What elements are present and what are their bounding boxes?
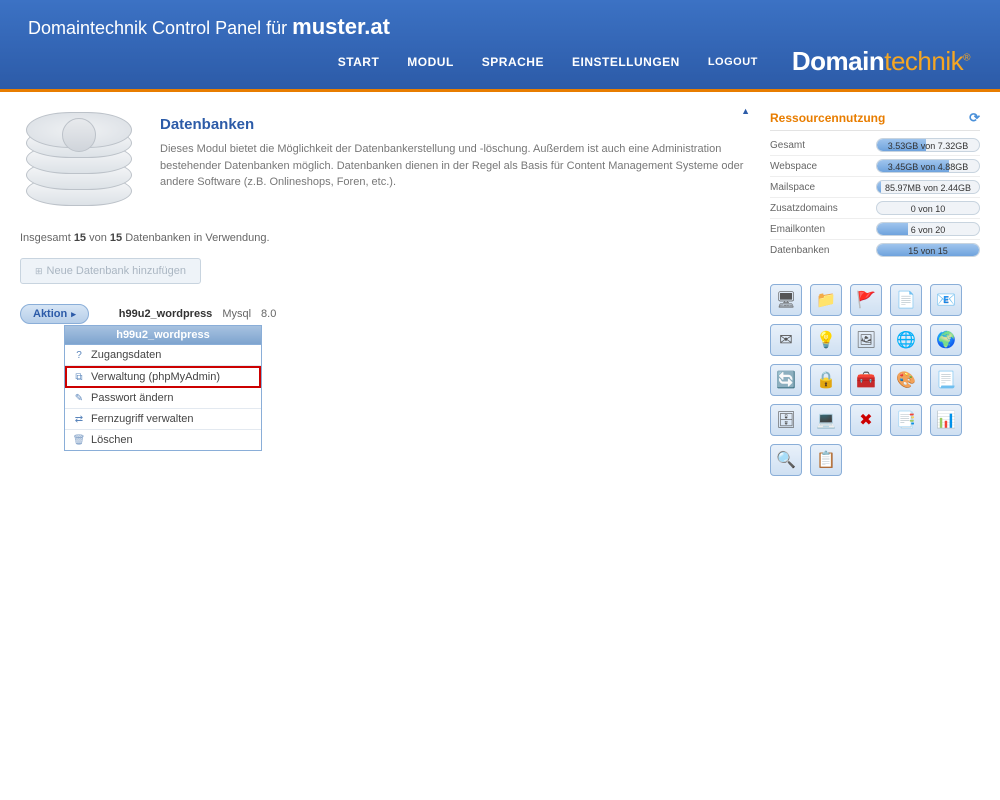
flag-icon[interactable]: 🚩 bbox=[850, 284, 882, 316]
external-icon: ⧉ bbox=[73, 372, 85, 383]
database-illustration bbox=[20, 110, 140, 220]
search-icon[interactable]: 🔍 bbox=[770, 444, 802, 476]
brand-part2: technik bbox=[884, 46, 963, 76]
monitor-icon[interactable]: 💻 bbox=[810, 404, 842, 436]
title-domain: muster.at bbox=[292, 14, 390, 39]
nav-einstellungen[interactable]: EINSTELLUNGEN bbox=[572, 55, 680, 69]
title-prefix: Domaintechnik Control Panel für bbox=[28, 18, 292, 38]
shortcut-grid: 🖥📁🚩📄📧 ✉💡🖼🌐🌍 🔄🔒🧰🎨📃 🗄💻✖📑📊 🔍📋 bbox=[770, 284, 980, 476]
resource-value: 15 von 15 bbox=[908, 246, 948, 256]
dropdown-title: h99u2_wordpress bbox=[65, 326, 261, 345]
resource-label: Webspace bbox=[770, 161, 817, 172]
resource-value: 85.97MB von 2.44GB bbox=[885, 183, 971, 193]
dropdown-item-fernzugriff[interactable]: ⇄ Fernzugriff verwalten bbox=[65, 409, 261, 430]
top-nav: START MODUL SPRACHE EINSTELLUNGEN LOGOUT… bbox=[20, 36, 980, 83]
resource-value: 3.53GB von 7.32GB bbox=[888, 141, 969, 151]
db-version: 8.0 bbox=[261, 308, 276, 320]
resource-value: 6 von 20 bbox=[911, 225, 946, 235]
collapse-icon[interactable]: ▲ bbox=[741, 106, 750, 116]
lock-icon[interactable]: 🔒 bbox=[810, 364, 842, 396]
brand-logo: Domaintechnik® bbox=[792, 46, 970, 77]
world-icon[interactable]: 🌍 bbox=[930, 324, 962, 356]
help-icon: ? bbox=[73, 350, 85, 361]
db-type: Mysql bbox=[222, 308, 251, 320]
db-name: h99u2_wordpress bbox=[119, 308, 213, 320]
refresh-icon[interactable]: 🔄 bbox=[770, 364, 802, 396]
module-heading: Datenbanken bbox=[160, 116, 750, 133]
page-icon[interactable]: 📑 bbox=[890, 404, 922, 436]
resource-label: Gesamt bbox=[770, 140, 805, 151]
nav-sprache[interactable]: SPRACHE bbox=[482, 55, 544, 69]
nav-modul[interactable]: MODUL bbox=[407, 55, 454, 69]
server-icon[interactable]: 🖥 bbox=[770, 284, 802, 316]
aktion-button[interactable]: Aktion bbox=[20, 304, 89, 324]
brand-part1: Domain bbox=[792, 46, 884, 76]
trash-icon: 🗑 bbox=[73, 435, 85, 446]
resource-bar: 6 von 20 bbox=[876, 222, 980, 236]
nav-start[interactable]: START bbox=[338, 55, 380, 69]
resource-label: Emailkonten bbox=[770, 224, 825, 235]
dropdown-item-passwort[interactable]: ✎ Passwort ändern bbox=[65, 388, 261, 409]
palette-icon[interactable]: 🎨 bbox=[890, 364, 922, 396]
dropdown-item-verwaltung[interactable]: ⧉ Verwaltung (phpMyAdmin) bbox=[65, 366, 261, 388]
file-icon[interactable]: 📄 bbox=[890, 284, 922, 316]
refresh-icon[interactable]: ⟳ bbox=[969, 110, 980, 126]
resource-bar: 15 von 15 bbox=[876, 243, 980, 257]
folder-icon[interactable]: 📁 bbox=[810, 284, 842, 316]
nav-logout[interactable]: LOGOUT bbox=[708, 56, 758, 68]
resource-label: Zusatzdomains bbox=[770, 203, 838, 214]
picture-icon[interactable]: 🖼 bbox=[850, 324, 882, 356]
module-description: Dieses Modul bietet die Möglichkeit der … bbox=[160, 141, 750, 191]
add-database-button[interactable]: ⊞Neue Datenbank hinzufügen bbox=[20, 258, 201, 284]
resource-row-gesamt: Gesamt 3.53GB von 7.32GB bbox=[770, 135, 980, 156]
delete-icon[interactable]: ✖ bbox=[850, 404, 882, 436]
resource-row-emailkonten: Emailkonten 6 von 20 bbox=[770, 219, 980, 240]
document-icon[interactable]: 📃 bbox=[930, 364, 962, 396]
note-icon[interactable]: 📋 bbox=[810, 444, 842, 476]
dropdown-item-loeschen[interactable]: 🗑 Löschen bbox=[65, 430, 261, 450]
sidebar: Ressourcennutzung ⟳ Gesamt 3.53GB von 7.3… bbox=[770, 110, 980, 476]
database-icon[interactable]: 🗄 bbox=[770, 404, 802, 436]
resource-label: Datenbanken bbox=[770, 245, 830, 256]
resource-value: 0 von 10 bbox=[911, 204, 946, 214]
envelope-icon[interactable]: ✉ bbox=[770, 324, 802, 356]
globe-mail-icon[interactable]: 🌐 bbox=[890, 324, 922, 356]
mail-icon[interactable]: 📧 bbox=[930, 284, 962, 316]
resource-value: 3.45GB von 4.88GB bbox=[888, 162, 969, 172]
resource-bar: 3.45GB von 4.88GB bbox=[876, 159, 980, 173]
header: Domaintechnik Control Panel für muster.a… bbox=[0, 0, 1000, 92]
bulb-icon[interactable]: 💡 bbox=[810, 324, 842, 356]
dropdown-item-zugangsdaten[interactable]: ? Zugangsdaten bbox=[65, 345, 261, 366]
aktion-dropdown: h99u2_wordpress ? Zugangsdaten ⧉ Verwalt… bbox=[64, 325, 262, 451]
resource-row-datenbanken: Datenbanken 15 von 15 bbox=[770, 240, 980, 260]
toolbox-icon[interactable]: 🧰 bbox=[850, 364, 882, 396]
resource-bar: 3.53GB von 7.32GB bbox=[876, 138, 980, 152]
resource-row-zusatzdomains: Zusatzdomains 0 von 10 bbox=[770, 198, 980, 219]
database-row: Aktion h99u2_wordpress Mysql 8.0 h99u2_w… bbox=[20, 304, 750, 324]
brand-trademark: ® bbox=[963, 52, 970, 63]
chart-icon[interactable]: 📊 bbox=[930, 404, 962, 436]
resource-row-mailspace: Mailspace 85.97MB von 2.44GB bbox=[770, 177, 980, 198]
resource-bar: 0 von 10 bbox=[876, 201, 980, 215]
plus-icon: ⊞ bbox=[35, 266, 43, 276]
resource-label: Mailspace bbox=[770, 182, 815, 193]
resources-heading: Ressourcennutzung ⟳ bbox=[770, 110, 980, 131]
usage-summary: Insgesamt 15 von 15 Datenbanken in Verwe… bbox=[20, 232, 750, 244]
key-icon: ✎ bbox=[73, 393, 85, 404]
remote-icon: ⇄ bbox=[73, 414, 85, 425]
resource-bar: 85.97MB von 2.44GB bbox=[876, 180, 980, 194]
resource-row-webspace: Webspace 3.45GB von 4.88GB bbox=[770, 156, 980, 177]
